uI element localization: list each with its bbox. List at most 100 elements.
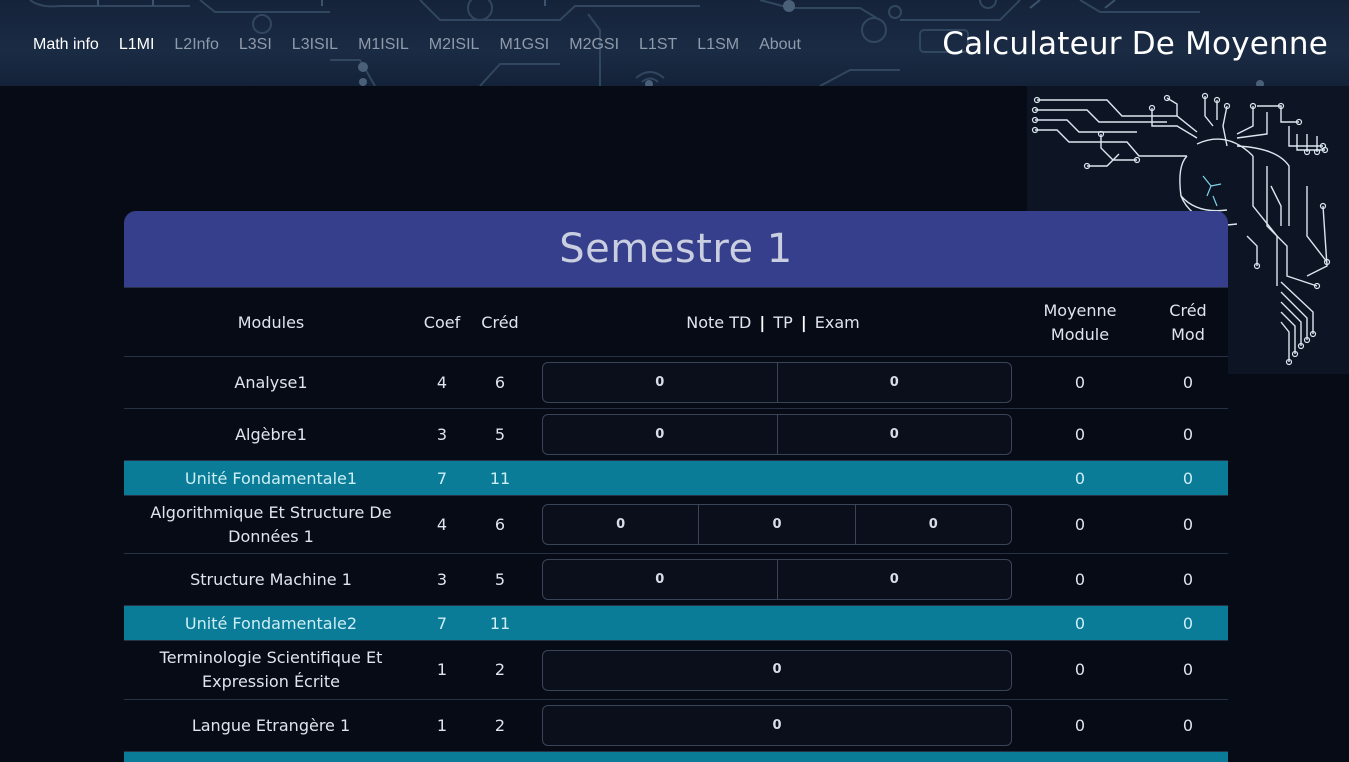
note-td-input[interactable]: 0 xyxy=(543,363,777,402)
nav-link-l3si[interactable]: L3SI xyxy=(229,34,282,56)
unit-name: Unité Fondamentale2 xyxy=(124,605,418,641)
col-header-coef: Coef xyxy=(418,287,466,357)
table-row: Analyse1 4 6 0 0 0 0 xyxy=(124,356,1228,409)
col-header-modules: Modules xyxy=(124,287,418,357)
col-header-tp: TP xyxy=(773,313,793,332)
grades-table: Modules Coef Créd Note TD | TP | Exam Mo… xyxy=(124,287,1228,762)
main-nav: Math info L1MI L2Info L3SI L3ISIL M1ISIL… xyxy=(23,34,811,56)
module-cred-mod: 0 xyxy=(1148,495,1228,554)
module-cred: 5 xyxy=(466,553,534,606)
note-td-input[interactable]: 0 xyxy=(543,415,777,454)
unit-summary-partial xyxy=(124,751,1228,762)
semester-card: Semestre 1 Modules Coef Créd Note TD | T… xyxy=(124,211,1228,762)
col-header-moyenne: Moyenne xyxy=(1043,301,1117,320)
module-coef: 4 xyxy=(418,356,466,409)
note-inputs-cell: 0 0 xyxy=(534,356,1012,409)
note-input-group: 0 0 xyxy=(542,362,1012,403)
col-header-mod: Mod xyxy=(1171,325,1205,344)
module-coef: 3 xyxy=(418,408,466,461)
note-inputs-cell: 0 0 0 xyxy=(534,495,1012,554)
module-moyenne: 0 xyxy=(1012,699,1148,752)
module-coef: 4 xyxy=(418,495,466,554)
module-name: Langue Etrangère 1 xyxy=(124,699,418,752)
module-moyenne: 0 xyxy=(1012,408,1148,461)
top-navbar: Math info L1MI L2Info L3SI L3ISIL M1ISIL… xyxy=(0,0,1349,86)
module-moyenne: 0 xyxy=(1012,553,1148,606)
module-cred: 6 xyxy=(466,356,534,409)
note-exam-input[interactable]: 0 xyxy=(543,651,1011,690)
note-td-input[interactable]: 0 xyxy=(543,505,698,544)
unit-coef: 7 xyxy=(418,460,466,496)
note-td-input[interactable]: 0 xyxy=(543,560,777,599)
nav-link-l2info[interactable]: L2Info xyxy=(164,34,228,56)
col-header-cred-mod: Créd Mod xyxy=(1148,287,1228,357)
col-header-exam: Exam xyxy=(814,313,860,332)
table-row: Algèbre1 3 5 0 0 0 0 xyxy=(124,408,1228,461)
semester-title: Semestre 1 xyxy=(124,211,1228,287)
unit-cred: 11 xyxy=(466,605,534,641)
note-input-group: 0 0 xyxy=(542,559,1012,600)
nav-link-m2isil[interactable]: M2ISIL xyxy=(419,34,490,56)
module-cred-mod: 0 xyxy=(1148,699,1228,752)
module-cred-mod: 0 xyxy=(1148,408,1228,461)
unit-summary-row xyxy=(124,751,1228,762)
module-cred: 2 xyxy=(466,640,534,700)
nav-link-math-info[interactable]: Math info xyxy=(23,34,109,56)
table-row: Structure Machine 1 3 5 0 0 0 0 xyxy=(124,553,1228,606)
module-moyenne: 0 xyxy=(1012,356,1148,409)
unit-coef: 7 xyxy=(418,605,466,641)
nav-link-m1isil[interactable]: M1ISIL xyxy=(348,34,419,56)
col-header-cred: Créd xyxy=(466,287,534,357)
module-coef: 1 xyxy=(418,699,466,752)
note-exam-input[interactable]: 0 xyxy=(854,505,1011,544)
nav-link-m1gsi[interactable]: M1GSI xyxy=(489,34,559,56)
unit-cred: 11 xyxy=(466,460,534,496)
module-name: Analyse1 xyxy=(124,356,418,409)
unit-cred-mod: 0 xyxy=(1148,605,1228,641)
module-coef: 1 xyxy=(418,640,466,700)
site-brand-title: Calculateur De Moyenne xyxy=(942,26,1328,62)
module-cred-mod: 0 xyxy=(1148,640,1228,700)
nav-link-l3isil[interactable]: L3ISIL xyxy=(282,34,348,56)
nav-link-l1st[interactable]: L1ST xyxy=(629,34,687,56)
col-header-module: Module xyxy=(1050,325,1110,344)
note-exam-input[interactable]: 0 xyxy=(776,560,1012,599)
note-exam-input[interactable]: 0 xyxy=(543,706,1011,745)
note-exam-input[interactable]: 0 xyxy=(776,363,1012,402)
note-tp-input[interactable]: 0 xyxy=(698,505,854,544)
table-row: Langue Etrangère 1 1 2 0 0 0 xyxy=(124,699,1228,752)
module-name: Structure Machine 1 xyxy=(124,553,418,606)
note-inputs-cell: 0 0 xyxy=(534,553,1012,606)
note-input-group: 0 xyxy=(542,705,1012,746)
note-input-group: 0 0 0 xyxy=(542,504,1012,545)
module-moyenne: 0 xyxy=(1012,495,1148,554)
nav-link-l1sm[interactable]: L1SM xyxy=(687,34,749,56)
col-header-separator: | xyxy=(759,313,766,332)
module-cred: 5 xyxy=(466,408,534,461)
note-exam-input[interactable]: 0 xyxy=(776,415,1012,454)
module-cred-mod: 0 xyxy=(1148,356,1228,409)
module-cred: 2 xyxy=(466,699,534,752)
table-header-row: Modules Coef Créd Note TD | TP | Exam Mo… xyxy=(124,287,1228,357)
nav-link-about[interactable]: About xyxy=(749,34,811,56)
col-header-notes: Note TD | TP | Exam xyxy=(534,287,1012,357)
col-header-moyenne-module: Moyenne Module xyxy=(1012,287,1148,357)
nav-link-l1mi[interactable]: L1MI xyxy=(109,34,165,56)
note-input-group: 0 0 xyxy=(542,414,1012,455)
module-coef: 3 xyxy=(418,553,466,606)
nav-link-m2gsi[interactable]: M2GSI xyxy=(559,34,629,56)
module-name: Terminologie Scientifique Et Expression … xyxy=(124,640,418,700)
table-row: Terminologie Scientifique Et Expression … xyxy=(124,640,1228,700)
note-input-group: 0 xyxy=(542,649,1012,691)
col-header-separator: | xyxy=(800,313,807,332)
module-name: Algorithmique Et Structure De Données 1 xyxy=(124,495,418,554)
unit-empty-cell xyxy=(534,605,1012,641)
col-header-cred2: Créd xyxy=(1169,301,1207,320)
note-inputs-cell: 0 xyxy=(534,640,1012,700)
module-cred-mod: 0 xyxy=(1148,553,1228,606)
unit-empty-cell xyxy=(534,460,1012,496)
unit-name: Unité Fondamentale1 xyxy=(124,460,418,496)
unit-summary-row: Unité Fondamentale2 7 11 0 0 xyxy=(124,605,1228,641)
note-inputs-cell: 0 0 xyxy=(534,408,1012,461)
unit-moyenne: 0 xyxy=(1012,460,1148,496)
